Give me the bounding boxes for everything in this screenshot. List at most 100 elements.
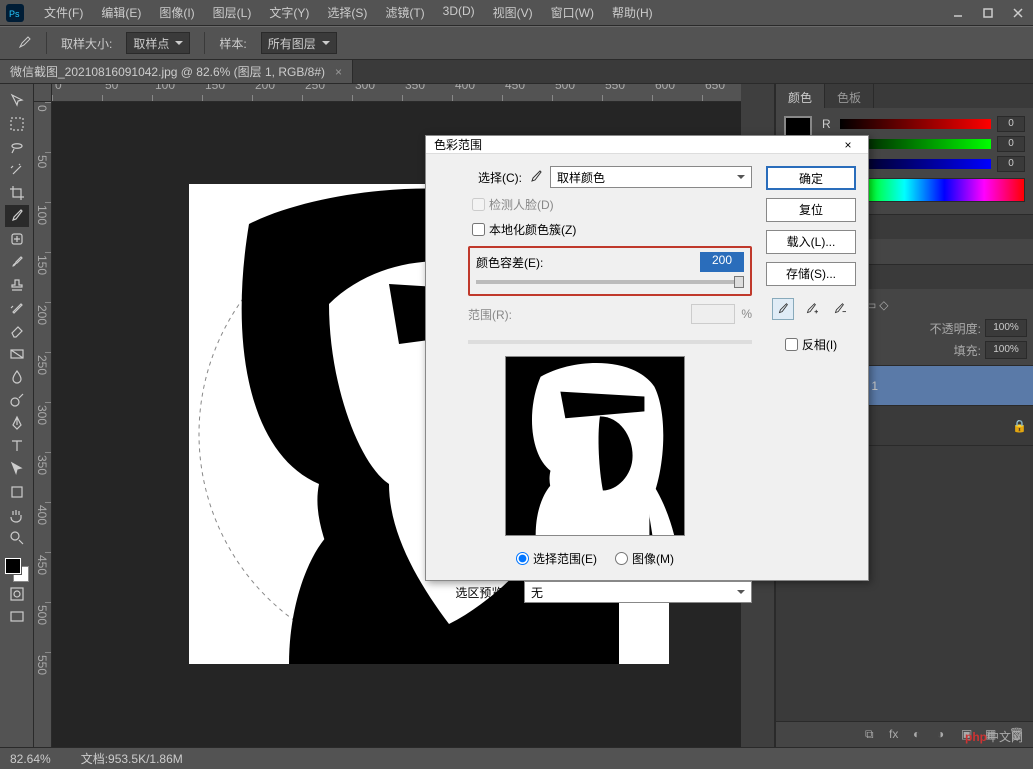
ruler-tick: 0 [35,105,49,112]
radio-image-input[interactable] [615,552,628,565]
document-tab-title: 微信截图_20210816091042.jpg @ 82.6% (图层 1, R… [10,63,325,80]
app-logo: Ps [0,0,30,26]
menu-image[interactable]: 图像(I) [151,0,202,25]
layer-mask-icon[interactable]: ◐ [913,727,929,743]
status-doc-size[interactable]: 文档:953.5K/1.86M [81,750,183,767]
invert-label: 反相(I) [802,336,837,353]
watermark-brand: php [965,730,987,744]
rgb-g-value[interactable]: 0 [997,136,1025,152]
type-tool[interactable] [5,435,29,457]
selection-preview[interactable] [505,356,685,536]
rgb-b-value[interactable]: 0 [997,156,1025,172]
panel-tab-swatches[interactable]: 色板 [825,84,874,108]
fill-label: 填充: [954,342,981,359]
range-unit: % [741,307,752,321]
invert-checkbox-row[interactable]: 反相(I) [766,336,856,353]
quickmask-tool[interactable] [5,583,29,605]
history-brush-tool[interactable] [5,297,29,319]
load-button[interactable]: 载入(L)... [766,230,856,254]
eyedropper-add-icon[interactable] [800,298,822,320]
radio-selection[interactable]: 选择范围(E) [516,550,597,567]
lasso-tool[interactable] [5,136,29,158]
fuzziness-input[interactable]: 200 [700,252,744,272]
window-close-button[interactable] [1003,3,1033,23]
hand-tool[interactable] [5,504,29,526]
window-minimize-button[interactable] [943,3,973,23]
dialog-close-button[interactable]: × [836,138,860,152]
zoom-tool[interactable] [5,527,29,549]
pen-tool[interactable] [5,412,29,434]
ruler-tick: 150 [35,255,49,275]
ruler-tick: 500 [35,605,49,625]
move-tool[interactable] [5,90,29,112]
preview-label: 选区预览(I): [438,584,518,601]
rgb-r-value[interactable]: 0 [997,116,1025,132]
opacity-field[interactable]: 100% [985,319,1027,337]
sample-size-label: 取样大小: [61,35,112,52]
eyedropper-sample-icon[interactable] [772,298,794,320]
sample-label: 样本: [219,35,246,52]
marquee-tool[interactable] [5,113,29,135]
menu-window[interactable]: 窗口(W) [543,0,602,25]
fill-field[interactable]: 100% [985,341,1027,359]
ruler-corner [34,84,52,102]
select-dropdown[interactable]: 取样颜色 [550,166,752,188]
eyedropper-tool-icon [16,35,32,51]
radio-selection-input[interactable] [516,552,529,565]
watermark-suffix: 中文网 [987,730,1023,744]
ruler-tick: 350 [35,455,49,475]
shape-tool[interactable] [5,481,29,503]
cancel-button[interactable]: 复位 [766,198,856,222]
menu-layer[interactable]: 图层(L) [205,0,260,25]
preview-select[interactable]: 无 [524,581,752,603]
document-tab-close[interactable]: × [335,65,342,79]
localized-checkbox[interactable] [472,223,485,236]
detect-faces-label: 检测人脸(D) [489,196,554,213]
ok-button[interactable]: 确定 [766,166,856,190]
crop-tool[interactable] [5,182,29,204]
menu-file[interactable]: 文件(F) [36,0,91,25]
localized-label: 本地化颜色簇(Z) [489,221,576,238]
sample-size-select[interactable]: 取样点 [126,32,190,54]
menu-select[interactable]: 选择(S) [319,0,375,25]
color-range-dialog: 色彩范围 × 选择(C): 取样颜色 检测人脸(D) 本地化颜色簇(Z) 颜 [425,135,869,581]
eraser-tool[interactable] [5,320,29,342]
window-maximize-button[interactable] [973,3,1003,23]
radio-selection-label: 选择范围(E) [533,550,597,567]
color-swatch[interactable] [5,558,29,582]
link-layers-icon[interactable]: ⧉ [865,727,881,743]
adjustment-layer-icon[interactable]: ◑ [937,727,953,743]
sample-select[interactable]: 所有图层 [261,32,337,54]
eyedropper-subtract-icon[interactable] [828,298,850,320]
document-tab[interactable]: 微信截图_20210816091042.jpg @ 82.6% (图层 1, R… [0,60,353,83]
rgb-r-slider[interactable] [840,119,991,129]
ruler-tick: 250 [35,355,49,375]
screenmode-tool[interactable] [5,606,29,628]
radio-image-label: 图像(M) [632,550,674,567]
layer-fx-icon[interactable]: fx [889,727,905,743]
radio-image[interactable]: 图像(M) [615,550,674,567]
lock-icon: 🔒 [1012,419,1027,433]
status-zoom[interactable]: 82.64% [10,752,51,766]
save-button[interactable]: 存储(S)... [766,262,856,286]
invert-checkbox[interactable] [785,338,798,351]
healing-brush-tool[interactable] [5,228,29,250]
dodge-tool[interactable] [5,389,29,411]
menu-filter[interactable]: 滤镜(T) [377,0,432,25]
menu-help[interactable]: 帮助(H) [604,0,661,25]
blur-tool[interactable] [5,366,29,388]
brush-tool[interactable] [5,251,29,273]
fuzziness-slider[interactable] [476,280,744,284]
magic-wand-tool[interactable] [5,159,29,181]
eyedropper-tool[interactable] [5,205,29,227]
gradient-tool[interactable] [5,343,29,365]
fuzziness-label: 颜色容差(E): [476,254,556,271]
panel-tab-color[interactable]: 颜色 [776,84,825,108]
stamp-tool[interactable] [5,274,29,296]
ruler-tick: 450 [35,555,49,575]
menu-type[interactable]: 文字(Y) [261,0,317,25]
menu-edit[interactable]: 编辑(E) [93,0,149,25]
path-selection-tool[interactable] [5,458,29,480]
menu-view[interactable]: 视图(V) [485,0,541,25]
menu-3d[interactable]: 3D(D) [435,0,483,25]
